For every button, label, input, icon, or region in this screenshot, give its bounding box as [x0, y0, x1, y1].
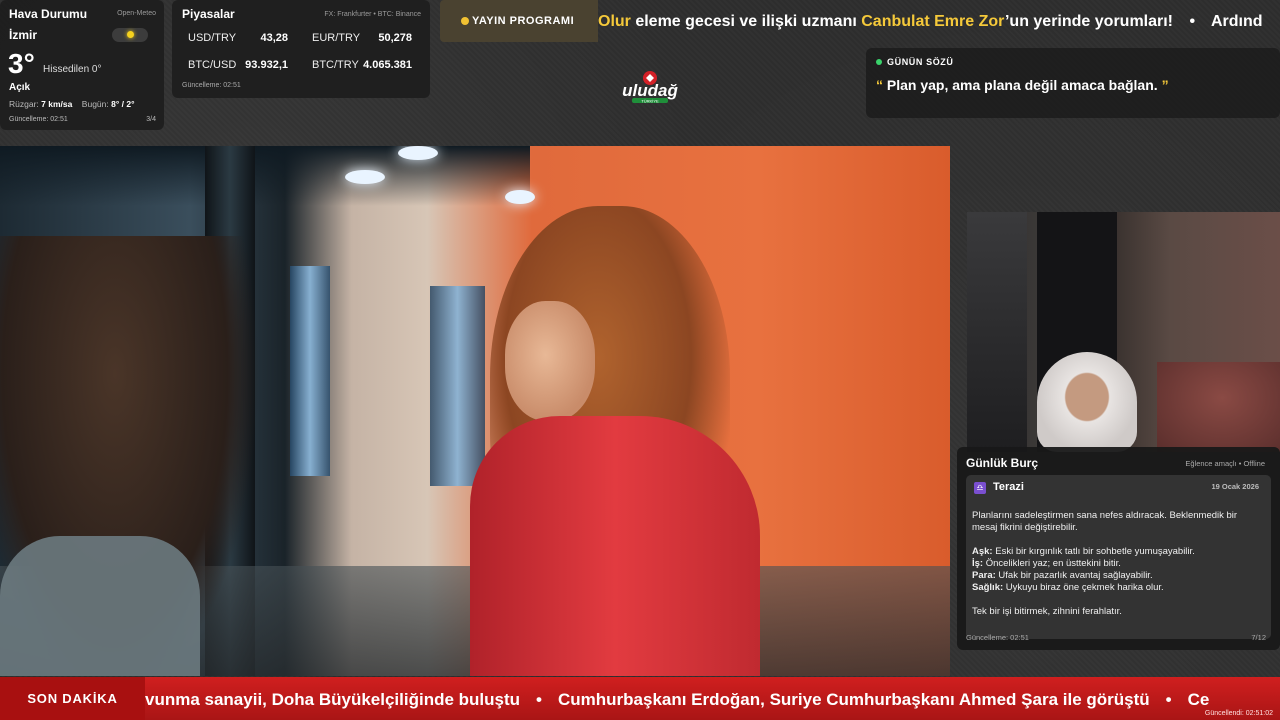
market-item-eur-try: EUR/TRY 50,278 [306, 28, 418, 48]
work-label: İş: [972, 558, 984, 569]
program-highlight-name: Canbulat Emre Zor [861, 13, 1005, 30]
weather-updated: Güncelleme: 02:51 [9, 116, 68, 123]
quote-close-mark: ” [1161, 77, 1169, 93]
quote-open-mark: “ [876, 77, 883, 93]
horoscope-work: İş: Öncelikleri yaz; en üsttekini bitir. [972, 558, 1262, 570]
market-label: USD/TRY [188, 32, 237, 44]
quote-widget: GÜNÜN SÖZÜ “ Plan yap, ama plana değil a… [866, 48, 1280, 118]
weather-city: İzmir [9, 28, 38, 42]
breaking-news-bar: SON DAKİKA vunma sanayii, Doha Büyükelçi… [0, 677, 1280, 720]
market-value: 50,278 [378, 32, 412, 44]
news-item: Ce [1187, 690, 1210, 709]
weather-widget: Hava Durumu Open-Meteo İzmir 3° Hissedil… [0, 0, 164, 130]
video-window [290, 266, 330, 476]
markets-widget: Piyasalar FX: Frankfurter • BTC: Binance… [172, 0, 430, 98]
market-label: EUR/TRY [312, 32, 361, 44]
program-bullet: • [1189, 13, 1196, 30]
weather-pager: 3/4 [146, 116, 156, 123]
program-dot-icon [461, 17, 469, 25]
money-label: Para: [972, 570, 996, 581]
markets-updated: Güncelleme: 02:51 [182, 82, 241, 89]
sun-icon [112, 28, 148, 42]
status-dot-icon [876, 59, 882, 65]
today-value: 8° / 2° [111, 99, 135, 109]
horoscope-updated: Güncelleme: 02:51 [966, 633, 1029, 642]
video-person-body [470, 416, 760, 676]
program-next: Ardınd [1210, 13, 1263, 30]
news-item: vunma sanayii, Doha Büyükelçiliğinde bul… [145, 690, 521, 709]
market-item-btc-usd: BTC/USD 93.932,1 [182, 55, 294, 75]
horoscope-money: Para: Ufak bir pazarlık avantaj sağlayab… [972, 570, 1262, 582]
libra-icon: ♎ [974, 482, 986, 494]
horoscope-mode: Eğlence amaçlı • Offline [1185, 459, 1265, 468]
video-lamp [398, 146, 438, 160]
program-ticker: Olur eleme gecesi ve ilişki uzmanı Canbu… [598, 0, 1280, 42]
program-text: eleme gecesi ve ilişki uzmanı [630, 13, 862, 30]
horoscope-health: Sağlık: Uykuyu biraz öne çekmek harika o… [972, 582, 1262, 594]
horoscope-tip: Tek bir işi bitirmek, zihnini ferahlatır… [972, 606, 1122, 617]
market-value: 93.932,1 [245, 59, 288, 71]
program-text-end: ’un yerinde yorumları! [1004, 13, 1174, 30]
news-updated: Güncellendi: 02:51:02 [1204, 710, 1273, 717]
program-highlight: Olur [598, 13, 631, 30]
weather-source: Open-Meteo [117, 10, 156, 17]
market-label: BTC/TRY [312, 59, 359, 71]
webcam-blanket [1157, 362, 1280, 452]
horoscope-sign: Terazi [993, 481, 1024, 493]
news-item: Cumhurbaşkanı Erdoğan, Suriye Cumhurbaşk… [557, 690, 1150, 709]
webcam-feed [967, 212, 1280, 452]
news-bullet: • [536, 690, 542, 709]
market-item-usd-try: USD/TRY 43,28 [182, 28, 294, 48]
wind-label: Rüzgar: [9, 99, 39, 109]
quote-header: GÜNÜN SÖZÜ [876, 57, 1270, 67]
market-label: BTC/USD [188, 59, 237, 71]
video-lamp [345, 170, 385, 184]
breaking-news-label: SON DAKİKA [0, 677, 145, 720]
video-person-left-shirt [0, 536, 200, 676]
horoscope-card: ♎ Terazi 19 Ocak 2026 Planlarını sadeleş… [966, 475, 1271, 639]
horoscope-pager: 7/12 [1251, 633, 1266, 642]
wind-value: 7 km/sa [41, 99, 73, 109]
weather-feels-like: Hissedilen 0° [43, 64, 102, 75]
horoscope-widget: Günlük Burç Eğlence amaçlı • Offline ♎ T… [957, 447, 1280, 650]
horoscope-love: Aşk: Eski bir kırgınlık tatlı bir sohbet… [972, 546, 1262, 558]
program-badge: YAYIN PROGRAMI [440, 0, 598, 42]
markets-source: FX: Frankfurter • BTC: Binance [324, 11, 421, 18]
program-badge-label: YAYIN PROGRAMI [472, 15, 575, 27]
logo-text: uludağ [622, 81, 678, 100]
video-player[interactable] [0, 146, 950, 676]
quote-body: Plan yap, ama plana değil amaca bağlan. [886, 77, 1158, 93]
weather-condition: Açık [9, 82, 31, 93]
weather-temperature: 3° [8, 48, 35, 79]
love-text: Eski bir kırgınlık tatlı bir sohbetle yu… [992, 546, 1195, 557]
horoscope-body: Planlarını sadeleştirmen sana nefes aldı… [972, 510, 1262, 630]
money-text: Ufak bir pazarlık avantaj sağlayabilir. [995, 570, 1153, 581]
health-label: Sağlık: [972, 582, 1004, 593]
video-person-face [505, 301, 595, 421]
video-lamp [505, 190, 535, 204]
webcam-shelf [967, 212, 1027, 452]
love-label: Aşk: [972, 546, 993, 557]
news-bullet: • [1165, 690, 1172, 709]
horoscope-intro: Planlarını sadeleştirmen sana nefes aldı… [972, 510, 1238, 533]
health-text: Uykuyu biraz öne çekmek harika olur. [1003, 582, 1164, 593]
channel-logo: uludağ TÜRKİYE [618, 70, 682, 104]
quote-title: GÜNÜN SÖZÜ [887, 57, 954, 67]
quote-text: “ Plan yap, ama plana değil amaca bağlan… [876, 77, 1169, 93]
video-window [430, 286, 485, 486]
market-value: 4.065.381 [363, 59, 412, 71]
today-label: Bugün: [81, 99, 109, 109]
video-ceiling [0, 146, 530, 206]
webcam-person [1037, 352, 1137, 452]
weather-wind-row: Rüzgar: 7 km/sa Bugün: 8° / 2° [9, 99, 134, 109]
market-value: 43,28 [260, 32, 288, 44]
market-item-btc-try: BTC/TRY 4.065.381 [306, 55, 418, 75]
work-text: Öncelikleri yaz; en üsttekini bitir. [983, 558, 1121, 569]
breaking-news-ticker: vunma sanayii, Doha Büyükelçiliğinde bul… [145, 677, 1280, 720]
horoscope-date: 19 Ocak 2026 [1211, 482, 1259, 491]
logo-subtext: TÜRKİYE [641, 98, 659, 103]
